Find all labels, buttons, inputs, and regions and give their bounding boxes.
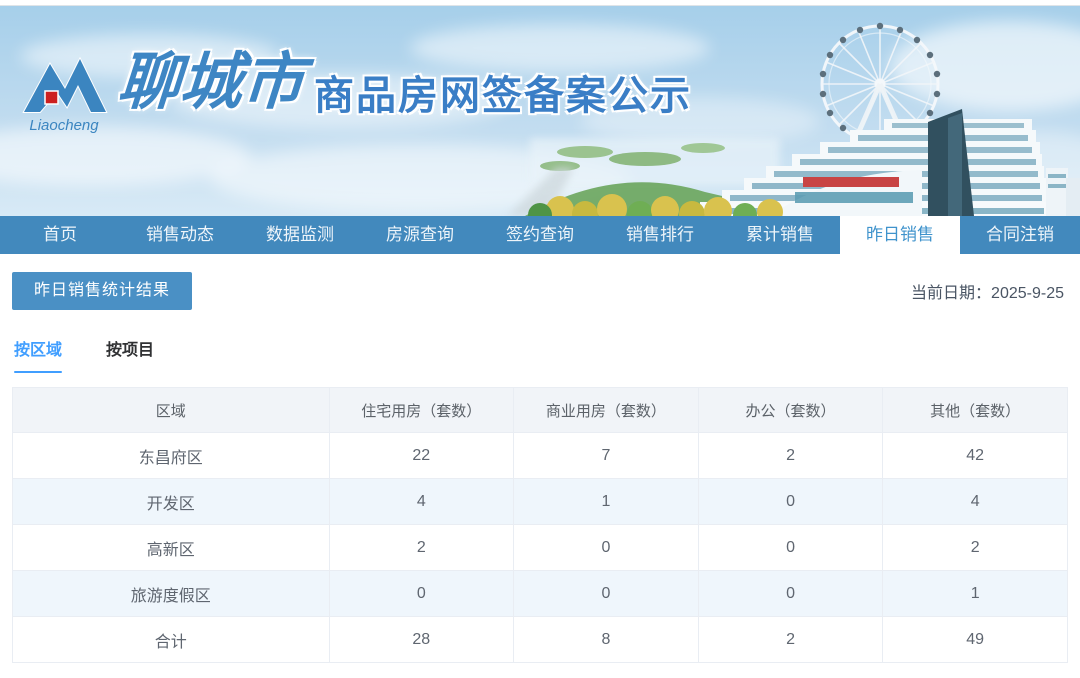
- value-cell: 4: [882, 478, 1068, 525]
- value-cell: 0: [513, 570, 699, 617]
- nav-item-cumulative-sales[interactable]: 累计销售: [720, 216, 840, 254]
- value-cell: 8: [513, 616, 699, 663]
- value-cell: 0: [513, 524, 699, 571]
- city-name: 聊城市: [115, 48, 307, 117]
- nav-item-data-monitoring[interactable]: 数据监测: [240, 216, 360, 254]
- value-cell: 4: [328, 478, 515, 525]
- value-cell: 1: [513, 478, 699, 525]
- value-cell: 28: [328, 616, 515, 663]
- table-row-total: 合计 28 8 2 49: [12, 616, 1068, 663]
- value-cell: 2: [697, 616, 884, 663]
- toolbar: 昨日销售统计结果 当前日期：2025-9-25: [12, 272, 1068, 310]
- column-header-office: 办公（套数）: [697, 387, 884, 433]
- banner-title: 商品房网签备案公示: [314, 74, 693, 118]
- liaocheng-logo: Liaocheng: [20, 52, 108, 141]
- tab-by-region-label: 按区域: [14, 342, 63, 359]
- region-cell: 开发区: [12, 478, 330, 525]
- value-cell: 0: [697, 570, 884, 617]
- nav-item-contract-cancellation[interactable]: 合同注销: [960, 216, 1080, 254]
- current-date: 当前日期：2025-9-25: [911, 279, 1068, 303]
- table-row: 东昌府区 22 7 2 42: [12, 432, 1068, 479]
- brand: Liaocheng 聊城市 商品房网签备案公示: [20, 48, 693, 141]
- column-header-other: 其他（套数）: [882, 387, 1068, 433]
- value-cell: 49: [882, 616, 1068, 663]
- value-cell: 2: [882, 524, 1068, 571]
- tab-by-region[interactable]: 按区域: [14, 336, 63, 373]
- nav-item-home[interactable]: 首页: [0, 216, 120, 254]
- value-cell: 0: [328, 570, 515, 617]
- nav-item-signing-search[interactable]: 签约查询: [480, 216, 600, 254]
- value-cell: 22: [328, 432, 515, 479]
- value-cell: 2: [697, 432, 884, 479]
- table-row: 旅游度假区 0 0 0 1: [12, 570, 1068, 617]
- nav-item-sales-activity[interactable]: 销售动态: [120, 216, 240, 254]
- column-header-region: 区域: [12, 387, 330, 433]
- value-cell: 1: [882, 570, 1068, 617]
- value-cell: 0: [697, 478, 884, 525]
- banner: Liaocheng 聊城市 商品房网签备案公示: [0, 6, 1080, 216]
- region-cell: 东昌府区: [12, 432, 330, 479]
- yesterday-sales-table: 区域 住宅用房（套数） 商业用房（套数） 办公（套数） 其他（套数） 东昌府区 …: [12, 387, 1068, 663]
- current-date-label: 当前日期：: [911, 285, 992, 302]
- tab-by-project-label: 按项目: [106, 342, 155, 359]
- value-cell: 42: [882, 432, 1068, 479]
- nav-item-yesterday-sales[interactable]: 昨日销售: [840, 216, 960, 254]
- yesterday-sales-summary-button[interactable]: 昨日销售统计结果: [12, 272, 193, 310]
- main-nav: 首页 销售动态 数据监测 房源查询 签约查询 销售排行 累计销售 昨日销售 合同…: [0, 216, 1080, 254]
- tab-active-underline: [14, 371, 63, 373]
- column-header-commercial: 商业用房（套数）: [513, 387, 699, 433]
- table-header-row: 区域 住宅用房（套数） 商业用房（套数） 办公（套数） 其他（套数）: [12, 387, 1068, 433]
- region-cell: 旅游度假区: [12, 570, 330, 617]
- liaocheng-logo-icon: Liaocheng: [22, 56, 108, 134]
- content: 昨日销售统计结果 当前日期：2025-9-25 按区域 按项目 区域 住宅用房（…: [0, 254, 1080, 663]
- region-cell: 合计: [12, 616, 330, 663]
- current-date-value: 2025-9-25: [991, 285, 1064, 302]
- view-tabs: 按区域 按项目: [12, 336, 1068, 373]
- table-row: 开发区 4 1 0 4: [12, 478, 1068, 525]
- column-header-residential: 住宅用房（套数）: [328, 387, 515, 433]
- logo-script-text: Liaocheng: [29, 117, 99, 134]
- nav-item-sales-ranking[interactable]: 销售排行: [600, 216, 720, 254]
- value-cell: 0: [697, 524, 884, 571]
- region-cell: 高新区: [12, 524, 330, 571]
- nav-item-listing-search[interactable]: 房源查询: [360, 216, 480, 254]
- value-cell: 7: [513, 432, 699, 479]
- table-row: 高新区 2 0 0 2: [12, 524, 1068, 571]
- tab-by-project[interactable]: 按项目: [106, 336, 154, 373]
- value-cell: 2: [328, 524, 515, 571]
